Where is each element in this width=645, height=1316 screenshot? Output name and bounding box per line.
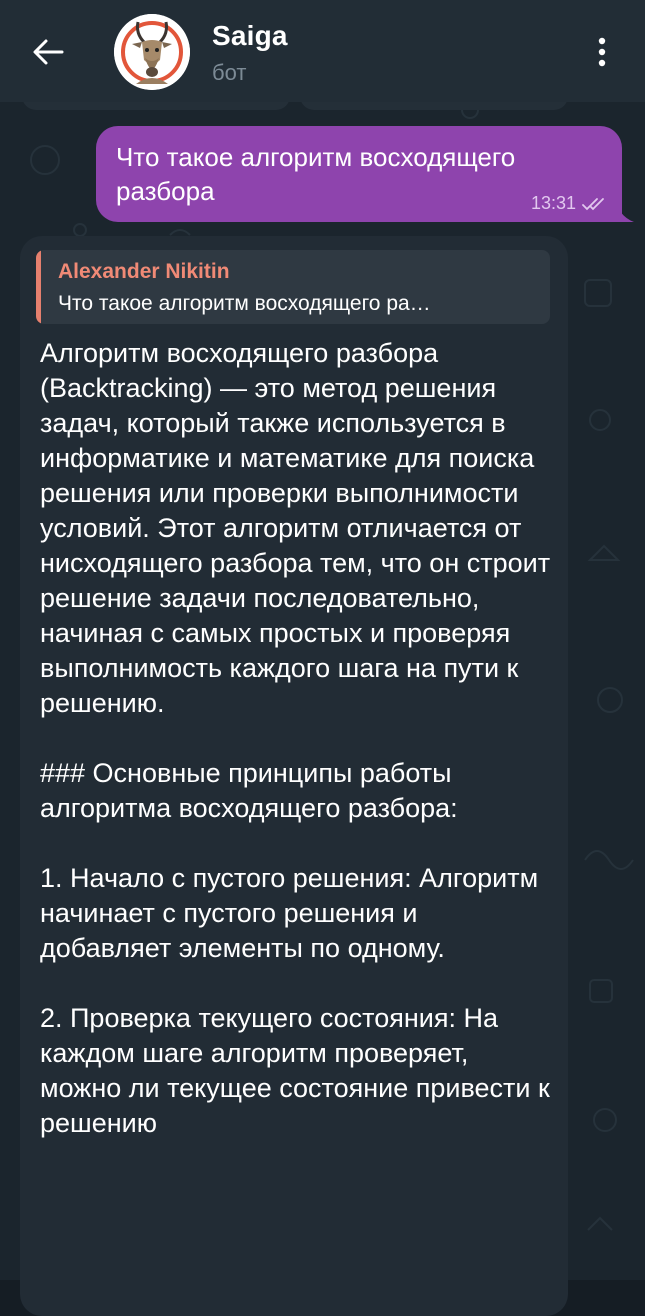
- reply-quote[interactable]: Alexander Nikitin Что такое алгоритм вос…: [36, 250, 550, 324]
- message-paragraph: Алгоритм восходящего разбора (Backtracki…: [40, 338, 551, 718]
- message-meta: 13:31: [531, 193, 608, 214]
- more-menu-button[interactable]: [580, 26, 624, 78]
- reply-author: Alexander Nikitin: [58, 260, 230, 283]
- back-button[interactable]: [22, 26, 74, 78]
- more-vertical-icon: [598, 37, 606, 67]
- message-heading: ### Основные принципы работы алгоритма в…: [40, 758, 458, 823]
- reply-accent-bar: [36, 250, 41, 324]
- message-paragraph: 2. Проверка текущего состояния: На каждо…: [40, 1003, 550, 1138]
- incoming-message-text: Алгоритм восходящего разбора (Backtracki…: [40, 336, 556, 1176]
- bot-avatar[interactable]: [114, 14, 190, 90]
- saiga-antelope-avatar-icon: [114, 14, 190, 90]
- chat-title[interactable]: Saiga: [212, 20, 288, 52]
- message-time: 13:31: [530, 193, 576, 213]
- outgoing-message-bubble[interactable]: Что такое алгоритм восходящего разбора 1…: [96, 126, 622, 222]
- double-check-icon: [582, 197, 604, 210]
- incoming-message-bubble[interactable]: Alexander Nikitin Что такое алгоритм вос…: [20, 236, 568, 1316]
- message-paragraph: 1. Начало с пустого решения: Алгоритм на…: [40, 863, 539, 963]
- arrow-left-icon: [33, 39, 64, 65]
- reply-snippet: Что такое алгоритм восходящего ра…: [58, 292, 431, 315]
- chat-subtitle: бот: [212, 60, 247, 85]
- bubble-tail: [614, 196, 634, 222]
- chat-header: Saiga бот: [0, 0, 645, 102]
